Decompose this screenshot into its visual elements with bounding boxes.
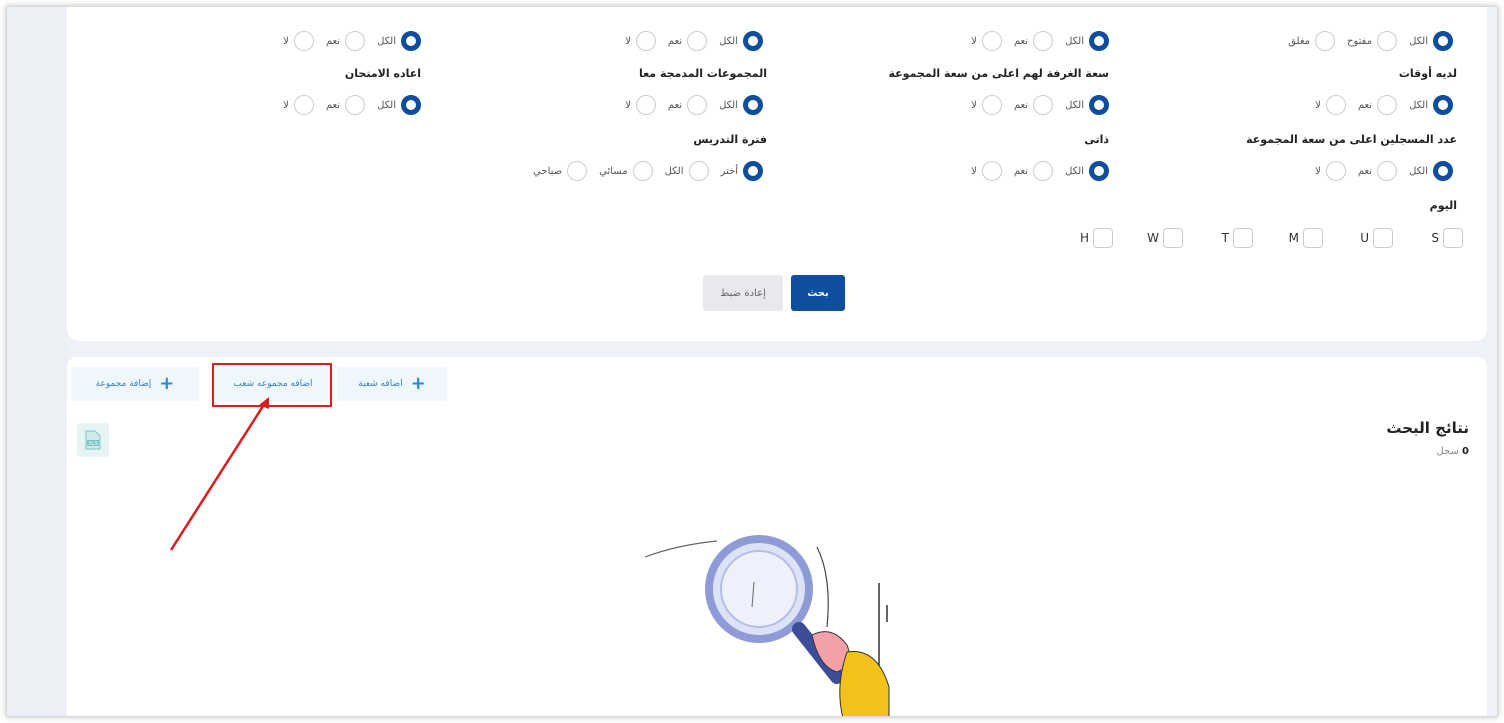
empty-state-illustration bbox=[644, 535, 890, 716]
app-window: الكل مفتوح مغلق الكل نعم لا الكل نعم لا … bbox=[6, 6, 1498, 717]
